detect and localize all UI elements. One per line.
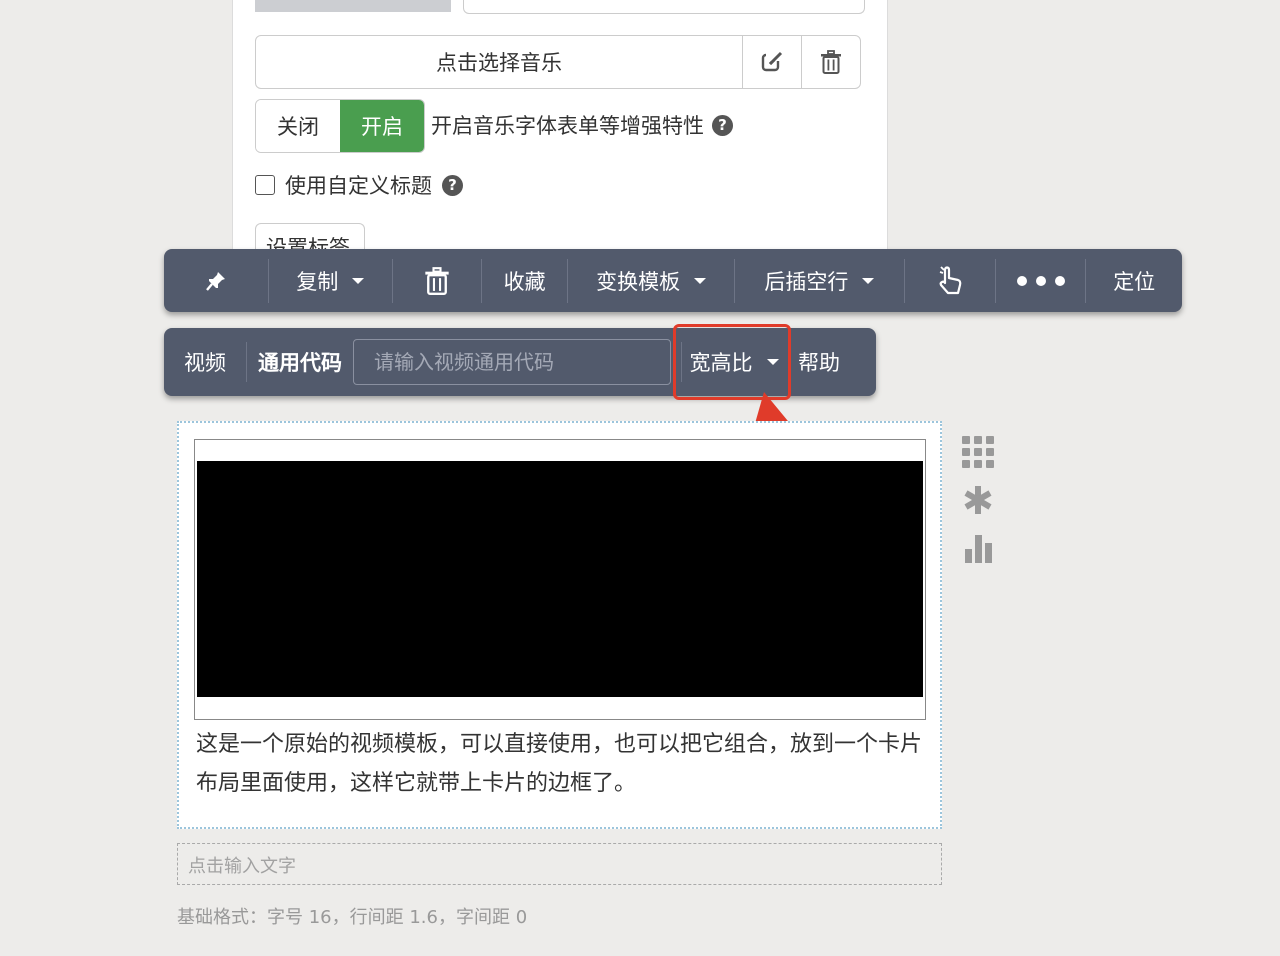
switch-template-label: 变换模板 [596,269,681,294]
help-question-icon[interactable]: ? [712,114,733,136]
delete-music-button[interactable] [801,36,860,88]
grid-icon[interactable] [962,436,996,468]
locate-button[interactable]: 定位 [1086,249,1182,312]
toggle-off-button[interactable]: 关闭 [256,100,340,152]
pin-icon [205,271,225,291]
settings-panel: 点击选择音乐 关闭 开启 开启音乐字体表单等增强特性 ? 使用自定义标题 ? 设… [232,0,888,255]
video-frame [194,439,926,720]
chevron-down-icon [352,277,365,284]
top-input-field[interactable] [463,0,865,14]
switch-template-button[interactable]: 变换模板 [568,249,733,312]
text-input-area[interactable]: 点击输入文字 [177,843,942,885]
music-select-group: 点击选择音乐 [255,35,861,89]
copy-button[interactable]: 复制 [269,249,393,312]
chevron-down-icon [862,277,875,284]
block-toolbar: 复制 收藏 变换模板 后插空行 定位 [164,249,1182,312]
custom-title-label: 使用自定义标题 [285,174,432,198]
video-code-input[interactable] [353,339,671,385]
base-format-info: 基础格式：字号 16，行间距 1.6，字间距 0 [177,907,528,928]
delete-block-button[interactable] [393,249,481,312]
trash-icon [821,50,841,74]
enhance-label-group: 开启音乐字体表单等增强特性 ? [431,110,733,140]
more-options-button[interactable] [996,249,1086,312]
help-button[interactable]: 帮助 [786,328,852,396]
copy-label: 复制 [296,269,339,294]
edit-music-button[interactable] [742,36,801,88]
select-pointer-button[interactable] [905,249,995,312]
insert-blank-after-button[interactable]: 后插空行 [735,249,904,312]
video-card[interactable]: 这是一个原始的视频模板，可以直接使用，也可以把它组合，放到一个卡片布局里面使用，… [177,421,942,829]
video-player[interactable] [197,461,923,697]
highlight-box [673,324,791,400]
asterisk-icon[interactable] [962,484,994,516]
edit-icon [761,50,784,72]
custom-title-row: 使用自定义标题 ? [255,170,463,200]
more-dots-icon [1016,275,1065,286]
side-icon-column [962,436,996,564]
bar-chart-icon[interactable] [962,532,996,564]
toggle-on-button[interactable]: 开启 [340,100,424,152]
enhance-toggle: 关闭 开启 [255,99,425,153]
video-toolbar: 视频 通用代码 宽高比 帮助 [164,324,876,400]
insert-blank-after-label: 后插空行 [764,269,849,294]
pin-button[interactable] [164,249,268,312]
trash-icon [425,266,449,295]
video-label: 视频 [184,351,226,375]
general-code-label: 通用代码 [258,351,342,375]
chevron-down-icon [694,277,707,284]
hand-pointer-icon [939,265,962,294]
enhance-label: 开启音乐字体表单等增强特性 [431,114,704,138]
select-music-button[interactable]: 点击选择音乐 [256,36,742,88]
cover-image-placeholder[interactable] [255,0,451,12]
help-question-icon[interactable]: ? [442,174,463,196]
favorite-button[interactable]: 收藏 [482,249,568,312]
video-description[interactable]: 这是一个原始的视频模板，可以直接使用，也可以把它组合，放到一个卡片布局里面使用，… [196,725,931,803]
custom-title-checkbox[interactable] [255,175,275,195]
